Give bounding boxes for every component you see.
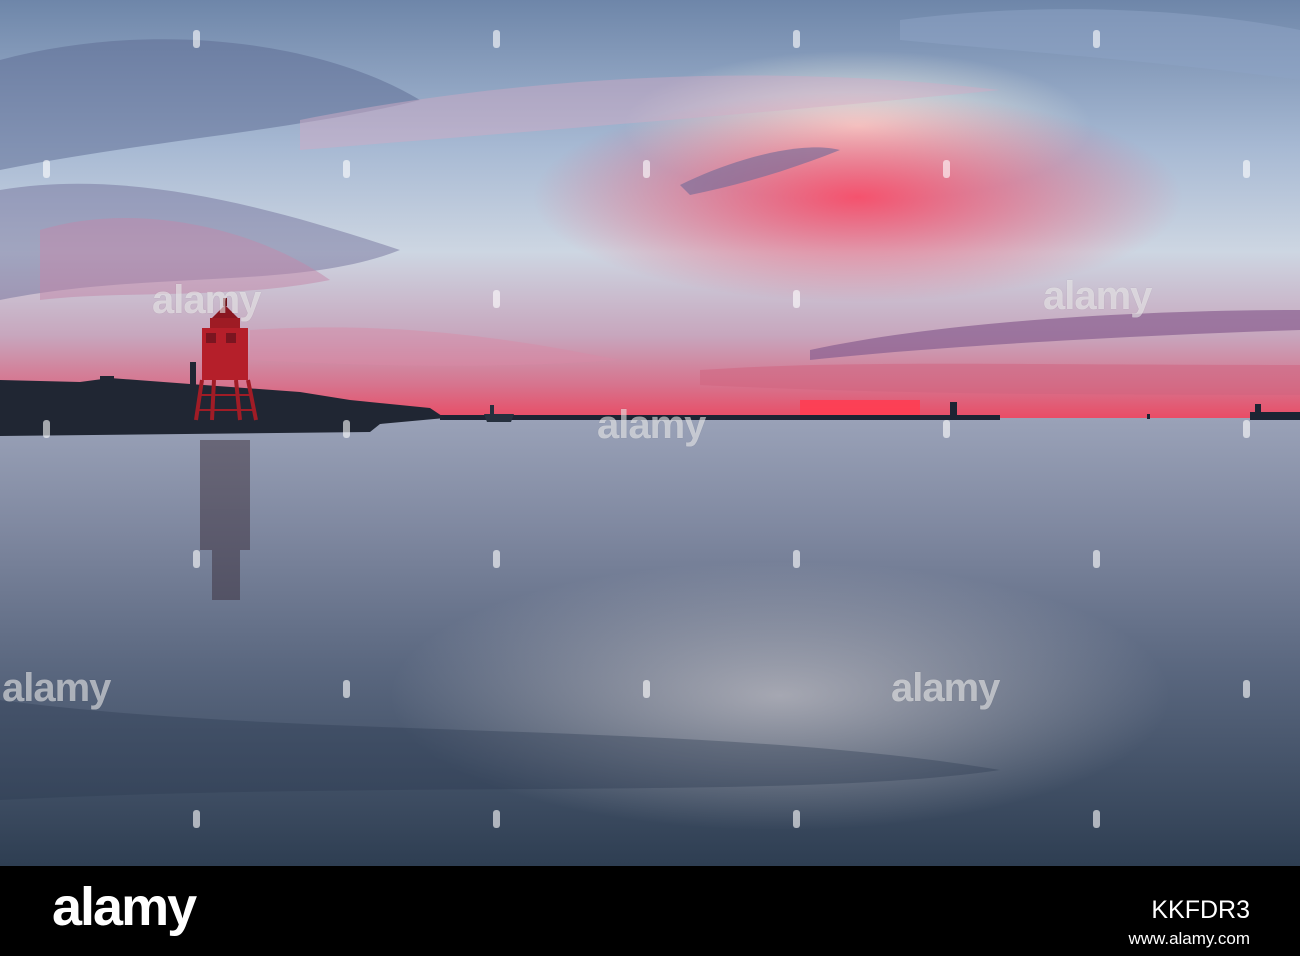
watermark-mark bbox=[1243, 420, 1250, 438]
boat bbox=[484, 414, 514, 422]
footer-url[interactable]: www.alamy.com bbox=[1128, 930, 1250, 947]
watermark-mark bbox=[493, 550, 500, 568]
watermark-mark bbox=[343, 160, 350, 178]
watermark-mark bbox=[193, 550, 200, 568]
watermark-mark bbox=[43, 160, 50, 178]
footer-logo[interactable]: alamy bbox=[52, 880, 197, 934]
watermark-mark bbox=[343, 420, 350, 438]
watermark-mark bbox=[943, 160, 950, 178]
watermark-mark bbox=[493, 30, 500, 48]
photo: alamy alamy alamy alamy alamy bbox=[0, 0, 1300, 866]
sunset bbox=[800, 400, 920, 416]
lighthouse-pier-end bbox=[950, 402, 957, 418]
watermark-mark bbox=[343, 680, 350, 698]
watermark-mark bbox=[643, 680, 650, 698]
watermark-mark bbox=[1093, 810, 1100, 828]
watermark-mark bbox=[943, 420, 950, 438]
pier bbox=[440, 415, 1000, 420]
watermark-mark bbox=[193, 810, 200, 828]
watermark-mark bbox=[1243, 160, 1250, 178]
watermark-mark bbox=[1243, 680, 1250, 698]
watermark-mark bbox=[193, 30, 200, 48]
watermark-mark bbox=[1093, 30, 1100, 48]
watermark-mark bbox=[643, 160, 650, 178]
lighthouse-far-right bbox=[1255, 404, 1261, 414]
watermark-mark bbox=[793, 810, 800, 828]
watermark-mark bbox=[793, 30, 800, 48]
watermark-mark bbox=[43, 420, 50, 438]
watermark-mark bbox=[793, 550, 800, 568]
seascape-image bbox=[0, 0, 1300, 866]
watermark-mark bbox=[493, 810, 500, 828]
image-id: KKFDR3 bbox=[1151, 896, 1250, 924]
watermark-mark bbox=[1093, 550, 1100, 568]
footer-bar: alamy KKFDR3 www.alamy.com bbox=[0, 866, 1300, 956]
watermark-mark bbox=[493, 290, 500, 308]
watermark-mark bbox=[793, 290, 800, 308]
